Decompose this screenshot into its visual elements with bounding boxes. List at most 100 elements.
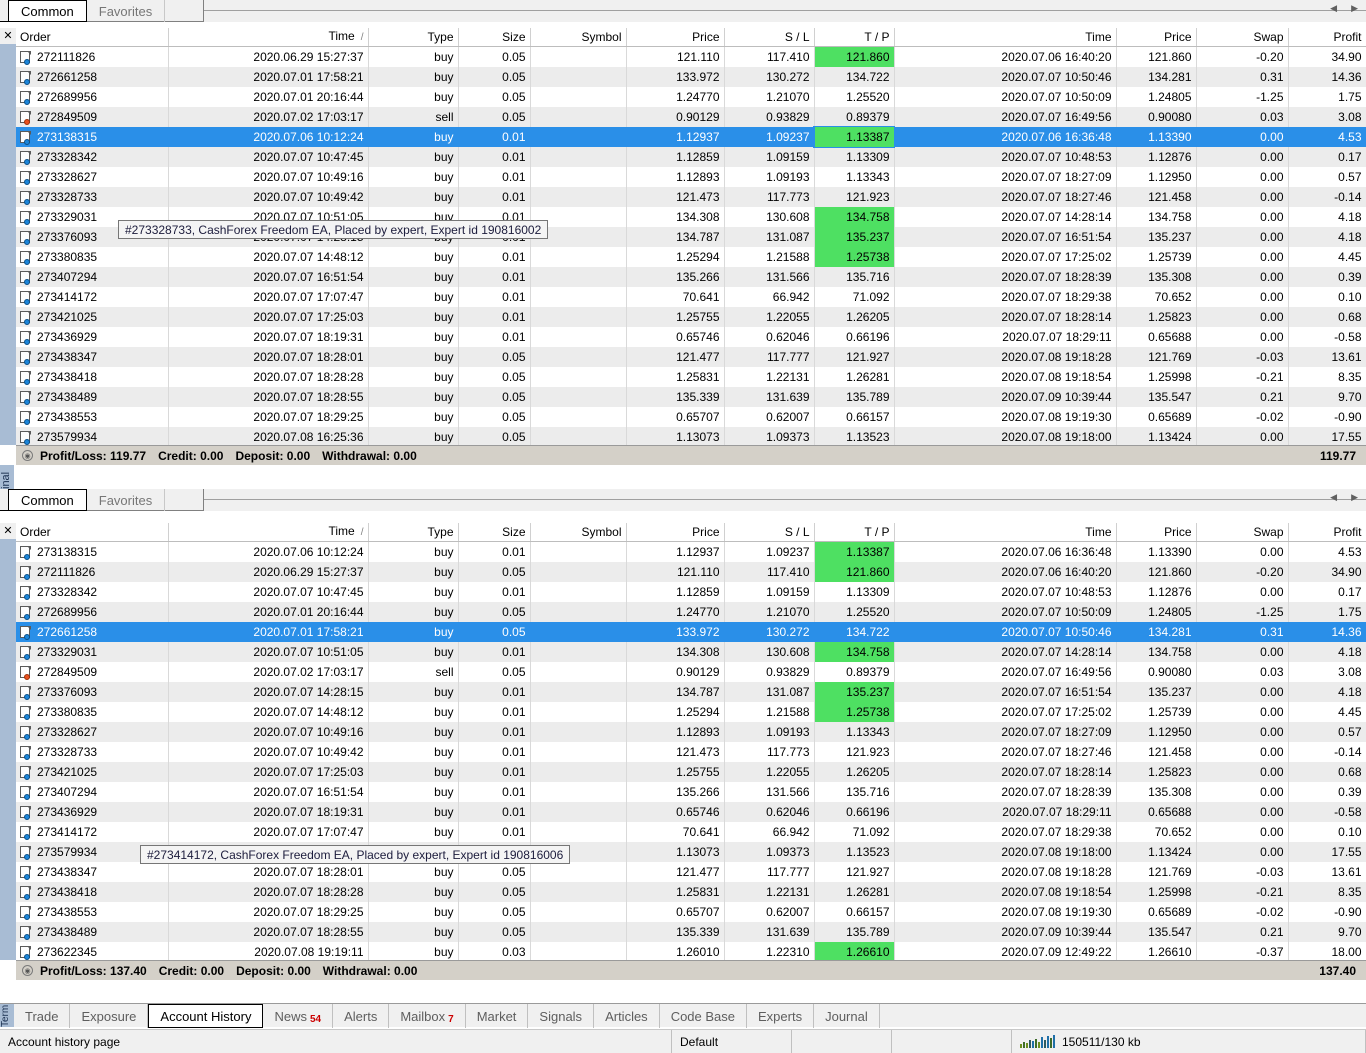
table-row[interactable]: 273438418 2020.07.07 18:28:28 buy 0.05 1.258… <box>16 882 1366 902</box>
table-row[interactable]: 273438347 2020.07.07 18:28:01 buy 0.05 121.4… <box>16 347 1366 367</box>
cell-swap: 0.00 <box>1196 187 1289 207</box>
table-row[interactable]: 273407294 2020.07.07 16:51:54 buy 0.01 135.2… <box>16 782 1366 802</box>
tab-mailbox[interactable]: Mailbox 7 <box>389 1004 466 1028</box>
tab-trade[interactable]: Trade <box>14 1004 71 1028</box>
table-row[interactable]: 273579934 2020.07.08 16:25:36buy0.05 1.130… <box>16 427 1366 447</box>
table-row[interactable]: 273622345 2020.07.08 19:19:11 buy 0.03 1.260… <box>16 942 1366 962</box>
col-header-type[interactable]: Type <box>368 28 459 47</box>
col-header-symbol-2[interactable]: Symbol <box>530 523 627 542</box>
col-header-sl[interactable]: S / L <box>724 28 815 47</box>
cell-profit: 0.10 <box>1288 822 1366 842</box>
table-row[interactable]: 272111826 2020.06.29 15:27:37 buy 0.05 121.1… <box>16 562 1366 582</box>
table-row[interactable]: 273438489 2020.07.07 18:28:55 buy 0.05 135.3… <box>16 922 1366 942</box>
col-header-price-open-2[interactable]: Price <box>626 523 725 542</box>
col-header-time-close-2[interactable]: Time <box>894 523 1117 542</box>
table-row[interactable]: 273138315 2020.07.06 10:12:24 buy 0.01 1.129… <box>16 541 1366 562</box>
cell-order: 273138315 <box>16 127 169 147</box>
table-row[interactable]: 273436929 2020.07.07 18:19:31 buy 0.01 0.657… <box>16 327 1366 347</box>
table-row[interactable]: 272661258 2020.07.01 17:58:21 buy 0.05 133.9… <box>16 622 1366 642</box>
tab-favorites-top[interactable]: Favorites <box>87 0 166 22</box>
order-number: 273438489 <box>37 925 98 939</box>
table-row[interactable]: 273328733 2020.07.07 10:49:42 buy 0.01 121.4… <box>16 187 1366 207</box>
table-row[interactable]: 273329031 2020.07.07 10:51:05 buy 0.01 134.3… <box>16 642 1366 662</box>
col-header-time-open[interactable]: Time / <box>168 28 369 47</box>
cell-time-close: 2020.07.09 10:39:44 <box>894 922 1117 942</box>
tab-news[interactable]: News 54 <box>263 1004 334 1028</box>
panel-top-close-icon[interactable]: ✕ <box>0 28 16 44</box>
table-row[interactable]: 273328627 2020.07.07 10:49:16 buy 0.01 1.128… <box>16 722 1366 742</box>
tab-favorites-bottom[interactable]: Favorites <box>87 489 166 511</box>
col-header-profit[interactable]: Profit <box>1288 28 1366 47</box>
table-row[interactable]: 273138315 2020.07.06 10:12:24 buy 0.01 1.129… <box>16 126 1366 148</box>
table-row[interactable]: 273421025 2020.07.07 17:25:03 buy 0.01 1.257… <box>16 762 1366 782</box>
tab-experts[interactable]: Experts <box>747 1004 815 1028</box>
col-header-tp[interactable]: T / P <box>814 28 895 47</box>
table-row[interactable]: 273380835 2020.07.07 14:48:12 buy 0.01 1.252… <box>16 247 1366 267</box>
tab-alerts[interactable]: Alerts <box>333 1004 390 1028</box>
scroll-left-icon-top[interactable]: ◀ <box>1330 4 1337 13</box>
tab-exposure[interactable]: Exposure <box>70 1004 149 1028</box>
table-row[interactable]: 273421025 2020.07.07 17:25:03 buy 0.01 1.257… <box>16 307 1366 327</box>
table-row[interactable]: 272689956 2020.07.01 20:16:44 buy 0.05 1.247… <box>16 87 1366 107</box>
scroll-right-icon-bottom[interactable]: ▶ <box>1351 493 1358 502</box>
panel-bottom-close-icon[interactable]: ✕ <box>0 523 16 539</box>
table-row[interactable]: 273380835 2020.07.07 14:48:12 buy 0.01 1.252… <box>16 702 1366 722</box>
table-row[interactable]: 273438347 2020.07.07 18:28:01 buy 0.05 121.4… <box>16 862 1366 882</box>
cell-time-close: 2020.07.09 12:49:22 <box>894 942 1117 962</box>
table-row[interactable]: 272661258 2020.07.01 17:58:21 buy 0.05 133.9… <box>16 67 1366 87</box>
col-header-price-close-2[interactable]: Price <box>1116 523 1197 542</box>
cell-type: buy <box>368 367 459 387</box>
col-header-swap-2[interactable]: Swap <box>1196 523 1289 542</box>
table-row[interactable]: 273414172 2020.07.07 17:07:47 buy 0.01 70.64… <box>16 287 1366 307</box>
tab-code-base[interactable]: Code Base <box>660 1004 748 1028</box>
tab-journal[interactable]: Journal <box>814 1004 880 1028</box>
cell-swap: 0.00 <box>1196 427 1289 447</box>
table-row[interactable]: 273328342 2020.07.07 10:47:45 buy 0.01 1.128… <box>16 582 1366 602</box>
cell-take-profit: 135.716 <box>814 267 895 287</box>
cell-size: 0.05 <box>458 387 531 407</box>
col-header-symbol[interactable]: Symbol <box>530 28 627 47</box>
col-header-order[interactable]: Order <box>16 28 169 47</box>
col-header-time-close[interactable]: Time <box>894 28 1117 47</box>
table-row[interactable]: 273328627 2020.07.07 10:49:16 buy 0.01 1.128… <box>16 167 1366 187</box>
table-row[interactable]: 272111826 2020.06.29 15:27:37 buy 0.05 121.1… <box>16 46 1366 67</box>
col-header-order-2[interactable]: Order <box>16 523 169 542</box>
col-header-time-open-2[interactable]: Time / <box>168 523 369 542</box>
cell-time-open: 2020.07.07 18:28:55 <box>168 387 369 407</box>
col-header-type-2[interactable]: Type <box>368 523 459 542</box>
table-row[interactable]: 272689956 2020.07.01 20:16:44 buy 0.05 1.247… <box>16 602 1366 622</box>
col-header-tp-2[interactable]: T / P <box>814 523 895 542</box>
table-row[interactable]: 273438489 2020.07.07 18:28:55 buy 0.05 135.3… <box>16 387 1366 407</box>
panel-splitter[interactable] <box>0 465 1366 467</box>
table-row[interactable]: 273414172 2020.07.07 17:07:47 buy 0.01 70.64… <box>16 822 1366 842</box>
table-row[interactable]: 273438553 2020.07.07 18:29:25 buy 0.05 0.657… <box>16 407 1366 427</box>
table-row[interactable]: 273328733 2020.07.07 10:49:42 buy 0.01 121.4… <box>16 742 1366 762</box>
col-header-price-open[interactable]: Price <box>626 28 725 47</box>
table-row[interactable]: 273376093 2020.07.07 14:28:15buy0.01 134.7… <box>16 682 1366 702</box>
tab-common-top[interactable]: Common <box>8 0 87 22</box>
cell-size: 0.05 <box>458 107 531 127</box>
col-header-swap[interactable]: Swap <box>1196 28 1289 47</box>
table-row[interactable]: 273438553 2020.07.07 18:29:25 buy 0.05 0.657… <box>16 902 1366 922</box>
cell-price-close: 1.25739 <box>1116 247 1197 267</box>
col-header-sl-2[interactable]: S / L <box>724 523 815 542</box>
col-header-size[interactable]: Size <box>458 28 531 47</box>
table-row[interactable]: 273328342 2020.07.07 10:47:45 buy 0.01 1.128… <box>16 147 1366 167</box>
scroll-right-icon-top[interactable]: ▶ <box>1351 4 1358 13</box>
col-header-size-2[interactable]: Size <box>458 523 531 542</box>
table-row[interactable]: 272849509 2020.07.02 17:03:17 sell 0.05 0.90… <box>16 662 1366 682</box>
tab-market[interactable]: Market <box>466 1004 529 1028</box>
tab-articles[interactable]: Articles <box>594 1004 660 1028</box>
tab-common-bottom[interactable]: Common <box>8 489 87 511</box>
col-header-profit-2[interactable]: Profit <box>1288 523 1366 542</box>
status-profile[interactable]: Default <box>672 1029 792 1053</box>
scroll-left-icon-bottom[interactable]: ◀ <box>1330 493 1337 502</box>
table-row[interactable]: 272849509 2020.07.02 17:03:17 sell 0.05 0.90… <box>16 107 1366 127</box>
tab-account-history[interactable]: Account History <box>148 1004 264 1028</box>
table-row[interactable]: 273436929 2020.07.07 18:19:31 buy 0.01 0.657… <box>16 802 1366 822</box>
table-row[interactable]: 273438418 2020.07.07 18:28:28 buy 0.05 1.258… <box>16 367 1366 387</box>
col-header-price-close[interactable]: Price <box>1116 28 1197 47</box>
order-buy-icon <box>20 150 31 165</box>
table-row[interactable]: 273407294 2020.07.07 16:51:54 buy 0.01 135.2… <box>16 267 1366 287</box>
tab-signals[interactable]: Signals <box>528 1004 595 1028</box>
